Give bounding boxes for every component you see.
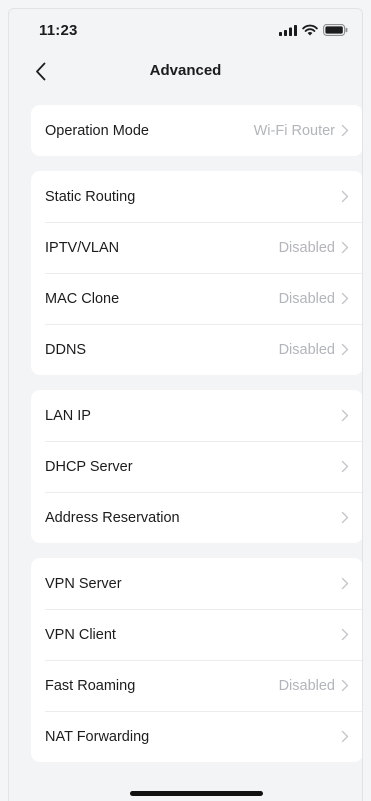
row-ddns[interactable]: DDNS Disabled — [31, 324, 362, 375]
chevron-right-icon — [341, 124, 349, 137]
chevron-right-icon — [341, 628, 349, 641]
row-operation-mode[interactable]: Operation Mode Wi-Fi Router — [31, 105, 362, 156]
settings-group-network: Static Routing IPTV/VLAN Disabled MAC Cl… — [31, 171, 362, 375]
chevron-right-icon — [341, 343, 349, 356]
row-nat-forwarding[interactable]: NAT Forwarding — [31, 711, 362, 762]
home-indicator — [130, 791, 263, 796]
row-lan-ip[interactable]: LAN IP — [31, 390, 362, 441]
row-dhcp-server[interactable]: DHCP Server — [31, 441, 362, 492]
settings-group-lan: LAN IP DHCP Server Address Reservation — [31, 390, 362, 543]
battery-icon — [323, 23, 348, 41]
chevron-right-icon — [341, 730, 349, 743]
row-label: VPN Server — [45, 575, 122, 592]
row-value: Disabled — [278, 677, 335, 694]
row-value: Disabled — [278, 341, 335, 358]
row-vpn-server[interactable]: VPN Server — [31, 558, 362, 609]
row-mac-clone[interactable]: MAC Clone Disabled — [31, 273, 362, 324]
row-iptv-vlan[interactable]: IPTV/VLAN Disabled — [31, 222, 362, 273]
cellular-signal-icon — [279, 23, 297, 41]
app-screen: 11:23 Advanced Operation Mode Wi-Fi Rout… — [8, 8, 363, 801]
wifi-icon — [302, 23, 318, 41]
chevron-right-icon — [341, 679, 349, 692]
row-label: Operation Mode — [45, 122, 149, 139]
status-icons — [279, 23, 348, 41]
chevron-right-icon — [341, 241, 349, 254]
row-value: Disabled — [278, 290, 335, 307]
chevron-right-icon — [341, 460, 349, 473]
row-fast-roaming[interactable]: Fast Roaming Disabled — [31, 660, 362, 711]
chevron-right-icon — [341, 511, 349, 524]
chevron-right-icon — [341, 190, 349, 203]
row-static-routing[interactable]: Static Routing — [31, 171, 362, 222]
settings-group-operation: Operation Mode Wi-Fi Router — [31, 105, 362, 156]
row-label: IPTV/VLAN — [45, 239, 120, 256]
row-label: VPN Client — [45, 626, 116, 643]
row-value: Wi-Fi Router — [253, 122, 335, 139]
page-title: Advanced — [149, 62, 222, 79]
row-label: NAT Forwarding — [45, 728, 150, 745]
row-label: Static Routing — [45, 188, 136, 205]
status-time: 11:23 — [39, 22, 78, 39]
chevron-right-icon — [341, 292, 349, 305]
row-address-reservation[interactable]: Address Reservation — [31, 492, 362, 543]
status-bar: 11:23 — [9, 9, 362, 53]
settings-group-vpn: VPN Server VPN Client Fast Roaming Disab… — [31, 558, 362, 762]
row-label: LAN IP — [45, 407, 91, 424]
row-label: DHCP Server — [45, 458, 133, 475]
row-label: Fast Roaming — [45, 677, 136, 694]
row-vpn-client[interactable]: VPN Client — [31, 609, 362, 660]
row-label: Address Reservation — [45, 509, 180, 526]
row-label: MAC Clone — [45, 290, 120, 307]
row-label: DDNS — [45, 341, 87, 358]
chevron-right-icon — [341, 577, 349, 590]
chevron-right-icon — [341, 409, 349, 422]
row-value: Disabled — [278, 239, 335, 256]
navigation-bar: Advanced — [9, 53, 362, 89]
